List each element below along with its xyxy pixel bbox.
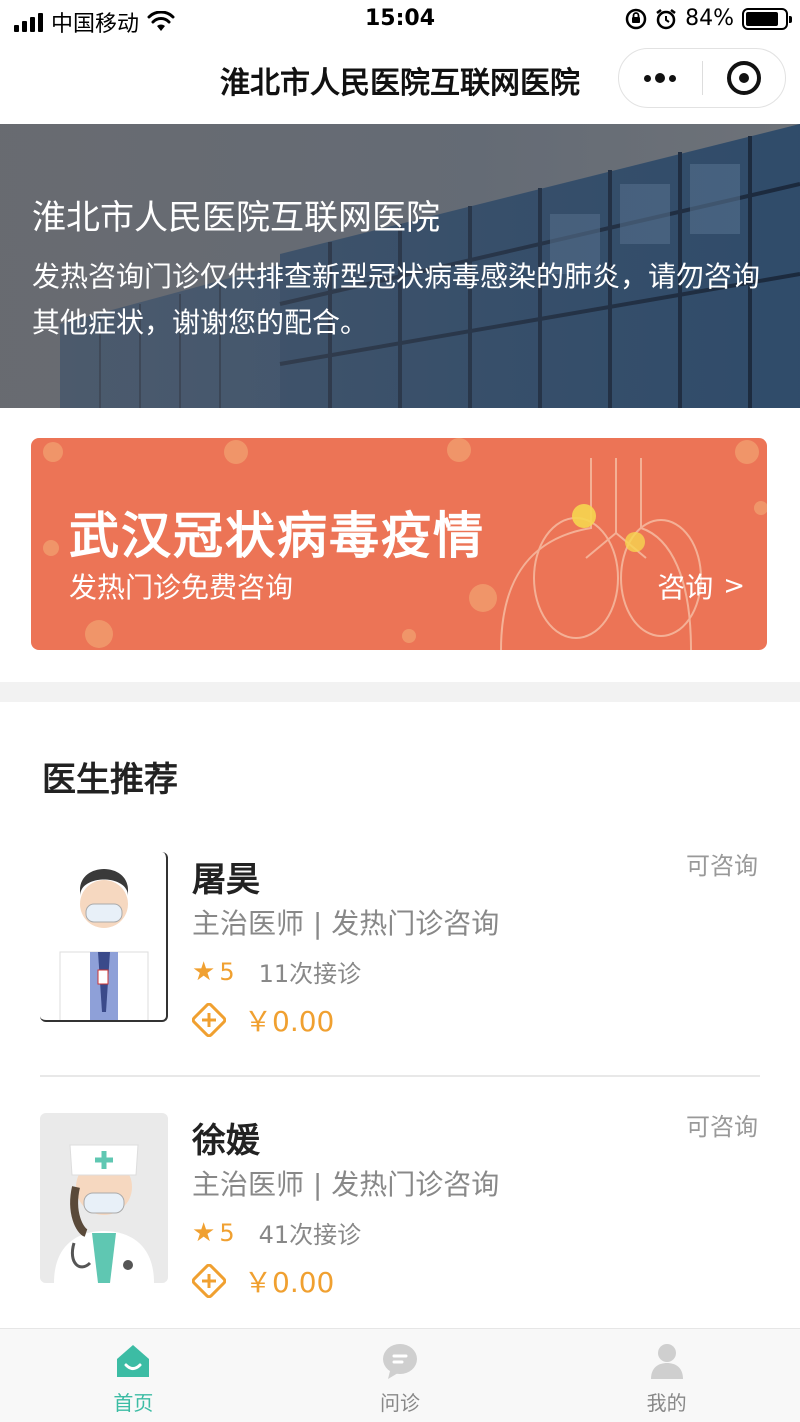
section-gap — [0, 682, 800, 702]
hero-title: 淮北市人民医院互联网医院 — [32, 198, 440, 238]
status-right: 84% — [625, 6, 792, 31]
doctor-rating: ★ 5 41次接诊 — [192, 1215, 361, 1250]
doctor-name: 徐媛 — [192, 1121, 260, 1161]
star-icon: ★ — [192, 956, 216, 987]
section-title: 医生推荐 — [42, 760, 178, 800]
doctor-title: 主治医师 | 发热门诊咨询 — [192, 1168, 500, 1201]
medical-plus-icon — [192, 1003, 226, 1037]
more-dots-icon — [644, 73, 677, 83]
target-icon — [726, 61, 761, 95]
alarm-icon — [656, 8, 676, 29]
chat-bubble-icon — [383, 1344, 417, 1379]
rating-value: 5 — [219, 1218, 235, 1247]
tab-label: 问诊 — [380, 1391, 420, 1415]
consult-label: 咨询 — [657, 571, 714, 604]
medical-plus-icon — [192, 1264, 226, 1298]
banner-subtitle: 发热门诊免费咨询 — [69, 571, 294, 604]
doctor-card[interactable]: 屠昊 主治医师 | 发热门诊咨询 ★ 5 11次接诊 ￥0.00 可咨询 — [40, 852, 760, 1052]
tab-consult[interactable]: 问诊 — [267, 1329, 534, 1422]
close-mini-program-button[interactable] — [703, 49, 786, 107]
doctor-title: 主治医师 | 发热门诊咨询 — [192, 907, 500, 940]
tab-profile[interactable]: 我的 — [533, 1329, 800, 1422]
user-icon — [650, 1344, 683, 1379]
consult-count: 11次接诊 — [258, 960, 362, 988]
consult-link[interactable]: 咨询 > — [657, 566, 745, 606]
doctor-price: ￥0.00 — [192, 1000, 334, 1040]
rating-value: 5 — [219, 957, 235, 986]
doctor-price: ￥0.00 — [192, 1261, 334, 1301]
page-title: 淮北市人民医院互联网医院 — [220, 66, 580, 101]
nav-bar: 淮北市人民医院互联网医院 — [0, 40, 800, 124]
banner-title: 武汉冠状病毒疫情 — [69, 507, 485, 565]
home-icon — [117, 1345, 150, 1377]
battery-percent: 84% — [685, 6, 734, 31]
price-value: ￥0.00 — [244, 1005, 335, 1038]
hero-description: 发热咨询门诊仅供排查新型冠状病毒感染的肺炎，请勿咨询其他症状，谢谢您的配合。 — [32, 260, 761, 339]
tab-bar: 首页 问诊 我的 — [0, 1328, 800, 1422]
price-value: ￥0.00 — [244, 1266, 335, 1299]
doctor-rating: ★ 5 11次接诊 — [192, 954, 361, 989]
rotation-lock-icon — [625, 8, 647, 29]
fever-clinic-banner[interactable]: 武汉冠状病毒疫情 发热门诊免费咨询 咨询 > — [31, 438, 767, 650]
consult-count: 41次接诊 — [258, 1221, 362, 1249]
mini-program-capsule — [618, 48, 786, 108]
availability-status: 可咨询 — [686, 852, 758, 880]
doctor-avatar — [40, 1113, 168, 1283]
more-menu-button[interactable] — [619, 49, 702, 107]
doctor-name: 屠昊 — [192, 860, 260, 900]
star-icon: ★ — [192, 1217, 216, 1248]
status-bar: 中国移动 15:04 84% — [0, 0, 800, 40]
battery-fill — [746, 11, 778, 26]
hero-banner: 淮北市人民医院互联网医院 发热咨询门诊仅供排查新型冠状病毒感染的肺炎，请勿咨询其… — [0, 124, 800, 408]
chevron-right-icon: > — [723, 571, 745, 601]
divider — [40, 1075, 760, 1077]
doctor-avatar — [40, 852, 168, 1022]
doctor-card[interactable]: 徐媛 主治医师 | 发热门诊咨询 ★ 5 41次接诊 ￥0.00 可咨询 — [40, 1113, 760, 1313]
availability-status: 可咨询 — [686, 1113, 758, 1141]
tab-label: 我的 — [646, 1391, 687, 1415]
tab-label: 首页 — [113, 1391, 154, 1415]
tab-home[interactable]: 首页 — [0, 1329, 267, 1422]
battery-icon — [742, 7, 792, 30]
